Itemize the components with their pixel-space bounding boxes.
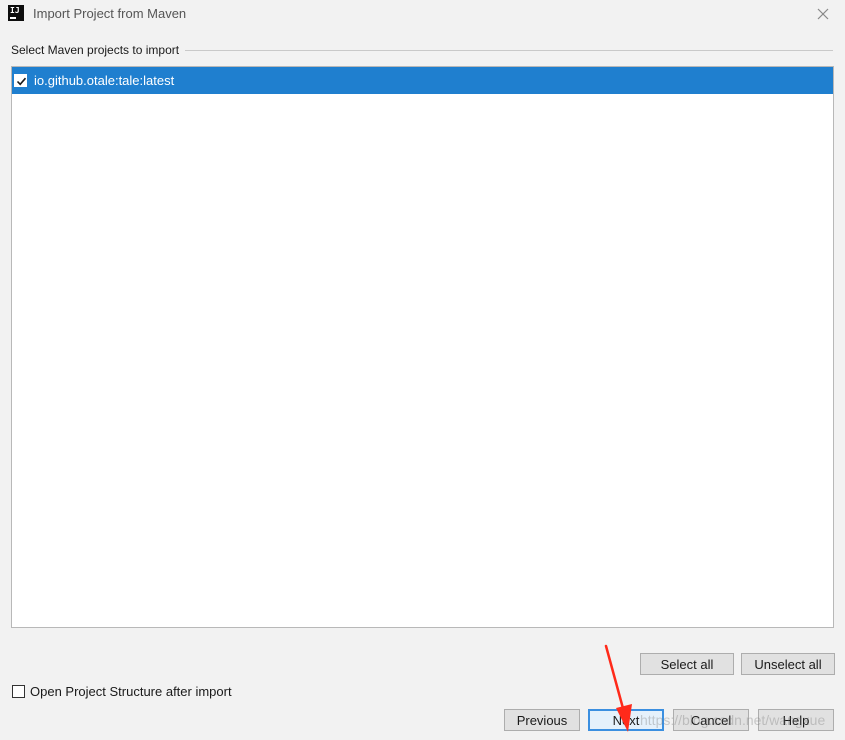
project-row[interactable]: io.github.otale:tale:latest [12,67,833,94]
project-name: io.github.otale:tale:latest [34,73,175,88]
close-icon [817,8,829,20]
help-button[interactable]: Help [758,709,834,731]
project-checkbox[interactable] [14,74,27,87]
window-title: Import Project from Maven [33,6,187,21]
select-all-button[interactable]: Select all [640,653,734,675]
title-bar: IJ Import Project from Maven [0,0,845,28]
close-button[interactable] [813,4,833,24]
open-structure-label: Open Project Structure after import [30,684,232,699]
cancel-button[interactable]: Cancel [673,709,749,731]
intellij-logo-icon: IJ [8,5,24,21]
open-structure-option[interactable]: Open Project Structure after import [12,684,232,699]
previous-button[interactable]: Previous [504,709,580,731]
open-structure-checkbox[interactable] [12,685,25,698]
unselect-all-button[interactable]: Unselect all [741,653,835,675]
section-label: Select Maven projects to import [11,43,180,57]
import-maven-dialog: IJ Import Project from Maven Select Mave… [0,0,845,740]
section-header: Select Maven projects to import [11,42,833,58]
app-icon-text: IJ [10,6,20,15]
maven-project-list[interactable]: io.github.otale:tale:latest [11,66,834,628]
next-button[interactable]: Next [588,709,664,731]
section-divider [185,49,833,51]
checkmark-icon [16,77,27,86]
